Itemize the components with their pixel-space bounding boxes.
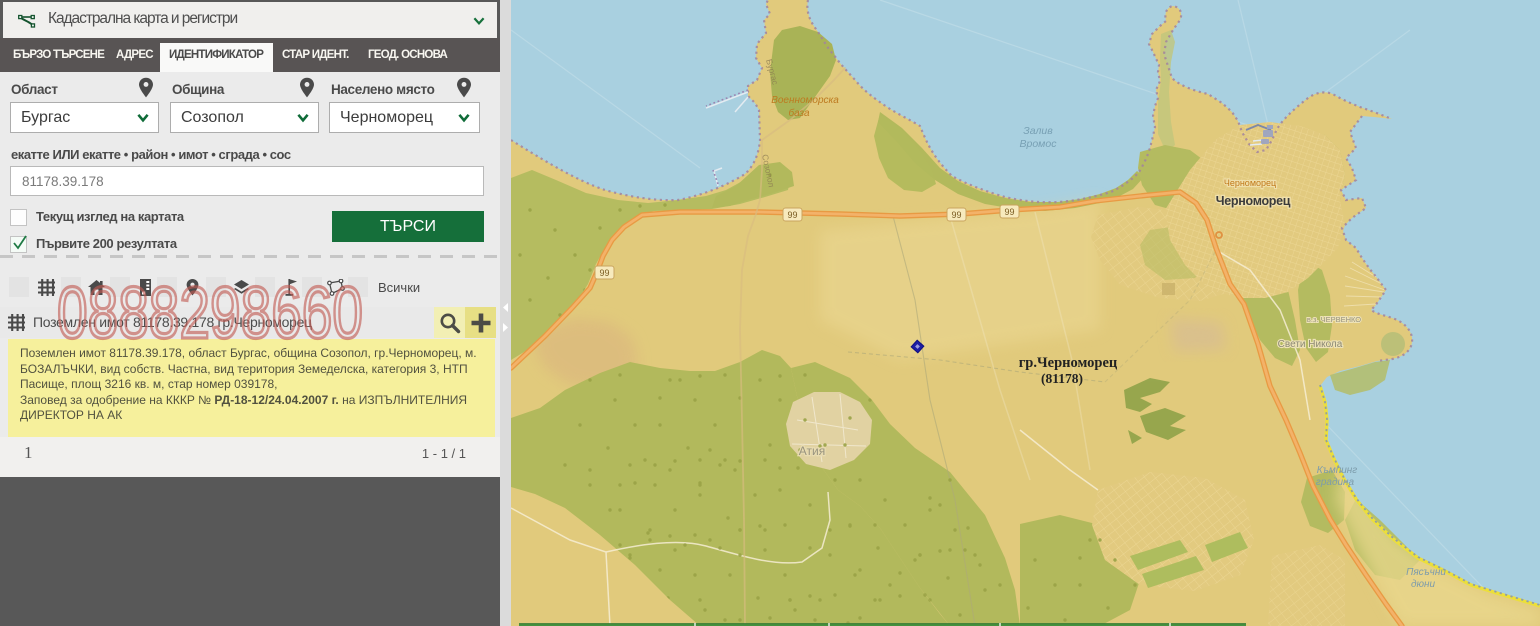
svg-text:Свети Никола: Свети Никола (1278, 339, 1343, 350)
svg-text:в.з. ЧЕРВЕНКО: в.з. ЧЕРВЕНКО (1307, 315, 1361, 324)
svg-text:99: 99 (1004, 207, 1014, 217)
svg-text:Военноморска: Военноморска (771, 95, 839, 106)
svg-text:(81178): (81178) (1041, 371, 1083, 386)
svg-text:дюни: дюни (1411, 579, 1436, 590)
svg-text:градина: градина (1316, 477, 1355, 488)
svg-text:Черноморец: Черноморец (1216, 194, 1291, 208)
svg-text:99: 99 (787, 210, 797, 220)
svg-text:99: 99 (951, 210, 961, 220)
svg-text:0888298660: 0888298660 (57, 277, 363, 353)
svg-text:Пясъчни: Пясъчни (1406, 567, 1446, 578)
svg-text:гр.Черноморец: гр.Черноморец (1019, 355, 1118, 371)
svg-text:Атия: Атия (799, 444, 825, 458)
svg-text:Вромос: Вромос (1020, 138, 1058, 150)
svg-text:99: 99 (599, 268, 609, 278)
svg-text:Залив: Залив (1023, 125, 1053, 137)
svg-text:база: база (788, 107, 810, 119)
svg-text:Черноморец: Черноморец (1224, 178, 1276, 188)
svg-text:Къмпинг: Къмпинг (1317, 465, 1358, 476)
